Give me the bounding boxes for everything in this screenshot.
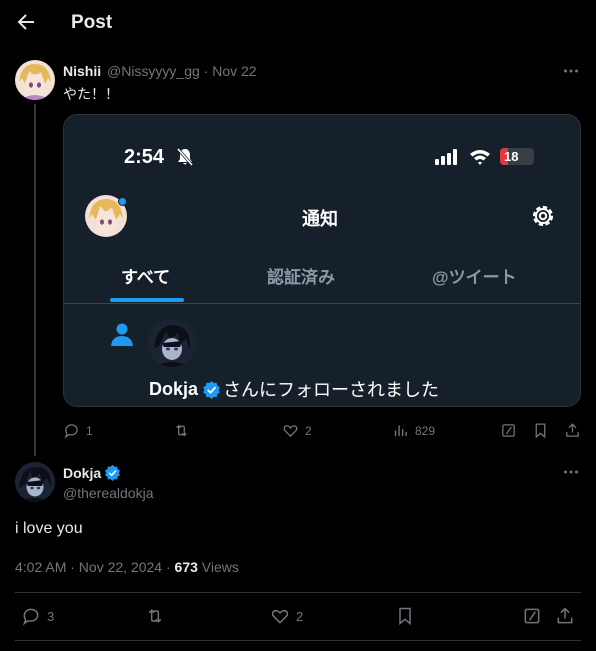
follower-name: Dokja: [149, 378, 199, 399]
timestamp-text[interactable]: 4:02 AM · Nov 22, 2024 ·: [15, 559, 175, 575]
like-button[interactable]: 2: [282, 422, 312, 439]
tweet-text: やた！！: [63, 86, 119, 102]
heart-icon: [283, 425, 298, 438]
reply-button[interactable]: 1: [63, 422, 93, 439]
views-button[interactable]: 829: [392, 422, 435, 439]
tweet-media-image[interactable]: 2:54 18 通知 すべて 認証済み @ツイート Dokja さんにフォローさ…: [63, 114, 581, 407]
heart-icon: [271, 609, 289, 624]
like-button[interactable]: 2: [270, 606, 303, 626]
author-handle-date[interactable]: @Nissyyyy_gg · Nov 22: [107, 63, 257, 79]
avatar: [148, 319, 196, 367]
verified-badge-icon: [104, 464, 121, 481]
notification-dot: [118, 197, 127, 206]
author-name-row[interactable]: Dokja: [63, 464, 121, 481]
battery-icon: 18: [500, 148, 534, 165]
bookmark-icon: [535, 423, 546, 439]
divider: [15, 592, 581, 593]
person-icon: [108, 320, 136, 348]
reply-icon: [22, 608, 39, 626]
page-title: Post: [71, 12, 113, 33]
retweet-button[interactable]: [173, 422, 190, 439]
reply-icon: [64, 424, 78, 439]
avatar[interactable]: [15, 462, 55, 502]
thread-line: [34, 104, 36, 456]
retweet-icon: [148, 609, 162, 623]
tweet-timestamp[interactable]: 4:02 AM · Nov 22, 2024 · 673 Views: [15, 559, 239, 575]
tweet-text: i love you: [15, 520, 83, 537]
tab-mentions: @ツイート: [432, 268, 517, 287]
like-count: 2: [296, 608, 304, 624]
grok-icon: [502, 424, 515, 437]
back-arrow-icon[interactable]: [14, 10, 38, 34]
more-options-icon[interactable]: [562, 62, 580, 80]
tab-all: すべて: [121, 268, 171, 287]
status-time: 2:54: [124, 146, 165, 168]
retweet-icon: [176, 424, 187, 437]
page-header: Post: [0, 0, 596, 46]
tab-underline: [110, 298, 184, 302]
author-name[interactable]: Nishii: [63, 63, 101, 79]
signal-icon: [435, 149, 459, 165]
verified-badge-icon: [202, 380, 221, 399]
avatar[interactable]: [15, 60, 55, 100]
author-handle[interactable]: @therealdokja: [63, 485, 154, 501]
grok-button[interactable]: [500, 422, 517, 439]
views-count: 829: [415, 423, 436, 438]
views-count: 673: [174, 559, 198, 575]
analytics-icon: [394, 425, 407, 437]
notifications-title: 通知: [302, 209, 338, 229]
reply-button[interactable]: 3: [21, 606, 54, 626]
views-label: Views: [197, 559, 239, 575]
like-count: 2: [305, 423, 312, 438]
grok-button[interactable]: [522, 606, 542, 626]
more-options-icon[interactable]: [562, 463, 580, 481]
battery-level: 18: [504, 149, 519, 164]
author-name[interactable]: Dokja: [63, 465, 101, 481]
share-button[interactable]: [564, 422, 581, 439]
wifi-icon: [469, 148, 491, 166]
reply-count: 1: [86, 423, 93, 438]
share-icon: [566, 423, 579, 437]
share-icon: [557, 607, 573, 624]
bookmark-icon: [399, 607, 411, 626]
divider: [64, 303, 580, 304]
follow-notification-text: Dokja さんにフォローされました: [149, 376, 439, 402]
bookmark-button[interactable]: [395, 606, 415, 626]
grok-icon: [524, 608, 540, 624]
follow-message: さんにフォローされました: [223, 380, 440, 400]
tab-verified: 認証済み: [267, 268, 335, 287]
bell-muted-icon: [175, 147, 195, 167]
gear-icon: [529, 202, 557, 230]
divider: [15, 640, 581, 641]
bookmark-button[interactable]: [532, 422, 549, 439]
reply-count: 3: [47, 608, 55, 624]
retweet-button[interactable]: [145, 606, 165, 626]
share-button[interactable]: [555, 606, 575, 626]
